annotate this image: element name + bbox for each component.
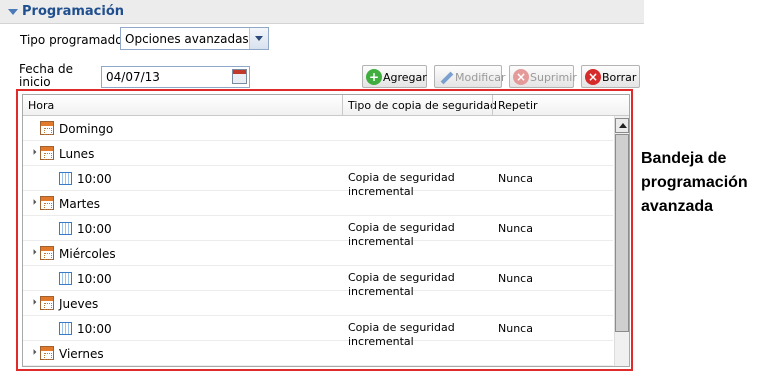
section-title: Programación: [22, 4, 125, 19]
day-label: Viernes: [59, 347, 104, 361]
modificar-button[interactable]: Modificar: [434, 65, 506, 88]
entry-time: 10:00: [77, 172, 112, 186]
fecha-label-line1: Fecha de: [19, 62, 73, 76]
column-separator[interactable]: [492, 95, 493, 115]
entry-time: 10:00: [77, 272, 112, 286]
entry-repeat: Nunca: [498, 272, 533, 285]
collapse-triangle-icon[interactable]: [8, 9, 18, 15]
entry-repeat: Nunca: [498, 222, 533, 235]
time-grid-icon: [59, 172, 72, 185]
annotation-callout: Bandeja de programación avanzada: [641, 147, 771, 219]
dropdown-arrow-icon[interactable]: [249, 28, 268, 49]
suprimir-label: Suprimir: [530, 71, 577, 84]
day-label: Domingo: [59, 122, 114, 136]
column-header-repetir[interactable]: Repetir: [498, 99, 538, 112]
column-header-tipo[interactable]: Tipo de copia de seguridad: [348, 99, 497, 112]
day-label: Jueves: [59, 297, 99, 311]
add-icon: +: [366, 69, 382, 85]
expand-arrow-icon[interactable]: [28, 149, 37, 157]
calendar-day-icon: [40, 146, 54, 160]
pencil-icon: [438, 69, 454, 85]
day-row-domingo[interactable]: Domingo: [23, 116, 613, 141]
day-row-jueves[interactable]: Jueves: [23, 291, 613, 316]
time-grid-icon: [59, 272, 72, 285]
annotation-line2: programación: [641, 174, 748, 191]
expand-arrow-icon[interactable]: [28, 249, 37, 257]
clear-icon: ×: [585, 69, 601, 85]
borrar-button[interactable]: × Borrar: [581, 65, 640, 88]
entry-type-line1: Copia de seguridad: [348, 221, 455, 234]
schedule-entry-row[interactable]: 10:00 Copia de seguridad incremental Nunc…: [23, 216, 613, 248]
expand-arrow-icon[interactable]: [28, 349, 37, 357]
schedule-entry-row[interactable]: 10:00 Copia de seguridad incremental Nunc…: [23, 166, 613, 198]
modificar-label: Modificar: [455, 71, 506, 84]
calendar-day-icon: [40, 296, 54, 310]
scrollbar-thumb[interactable]: [615, 134, 629, 332]
day-label: Lunes: [59, 147, 95, 161]
annotation-line1: Bandeja de: [641, 150, 727, 167]
calendar-day-icon: [40, 246, 54, 260]
day-row-viernes[interactable]: Viernes: [23, 341, 613, 366]
annotation-line3: avanzada: [641, 198, 714, 215]
agregar-label: Agregar: [383, 71, 427, 84]
schedule-grid[interactable]: Hora Tipo de copia de seguridad Repetir …: [22, 94, 630, 367]
schedule-entry-row[interactable]: 10:00 Copia de seguridad incremental Nunc…: [23, 266, 613, 298]
day-row-miercoles[interactable]: Miércoles: [23, 241, 613, 266]
day-label: Martes: [59, 197, 100, 211]
day-row-martes[interactable]: Martes: [23, 191, 613, 216]
column-separator[interactable]: [342, 95, 343, 115]
entry-repeat: Nunca: [498, 322, 533, 335]
column-header-hora[interactable]: Hora: [28, 99, 54, 112]
expand-arrow-icon[interactable]: [28, 299, 37, 307]
fecha-inicio-label: Fecha de inicio: [19, 63, 73, 89]
grid-header: Hora Tipo de copia de seguridad Repetir: [23, 95, 629, 116]
scroll-up-arrow-icon[interactable]: [615, 118, 629, 133]
calendar-day-icon: [40, 346, 54, 360]
time-grid-icon: [59, 322, 72, 335]
entry-type-line1: Copia de seguridad: [348, 321, 455, 334]
tipo-programado-label: Tipo programado: [20, 33, 123, 47]
borrar-label: Borrar: [602, 71, 637, 84]
vertical-scrollbar[interactable]: [614, 116, 629, 366]
entry-type-line1: Copia de seguridad: [348, 171, 455, 184]
expand-arrow-icon[interactable]: [28, 199, 37, 207]
calendar-day-icon: [40, 196, 54, 210]
entry-repeat: Nunca: [498, 172, 533, 185]
day-row-lunes[interactable]: Lunes: [23, 141, 613, 166]
agregar-button[interactable]: + Agregar: [362, 65, 427, 88]
tipo-programado-select[interactable]: Opciones avanzadas: [120, 27, 269, 50]
fecha-inicio-value: 04/07/13: [106, 70, 160, 84]
tipo-programado-value: Opciones avanzadas: [125, 32, 249, 46]
schedule-entry-row[interactable]: 10:00 Copia de seguridad incremental Nunc…: [23, 316, 613, 348]
section-header-programacion[interactable]: Programación: [0, 0, 644, 24]
time-grid-icon: [59, 222, 72, 235]
day-label: Miércoles: [59, 247, 116, 261]
remove-icon: ×: [513, 69, 529, 85]
calendar-icon[interactable]: [232, 69, 247, 84]
fecha-label-line2: inicio: [19, 75, 51, 89]
calendar-day-icon: [40, 121, 54, 135]
entry-time: 10:00: [77, 322, 112, 336]
entry-time: 10:00: [77, 222, 112, 236]
fecha-inicio-field[interactable]: 04/07/13: [101, 66, 250, 88]
grid-rows: Domingo Lunes 10:00 Copia de seguridad in…: [23, 116, 613, 366]
entry-type-line1: Copia de seguridad: [348, 271, 455, 284]
suprimir-button[interactable]: × Suprimir: [509, 65, 577, 88]
